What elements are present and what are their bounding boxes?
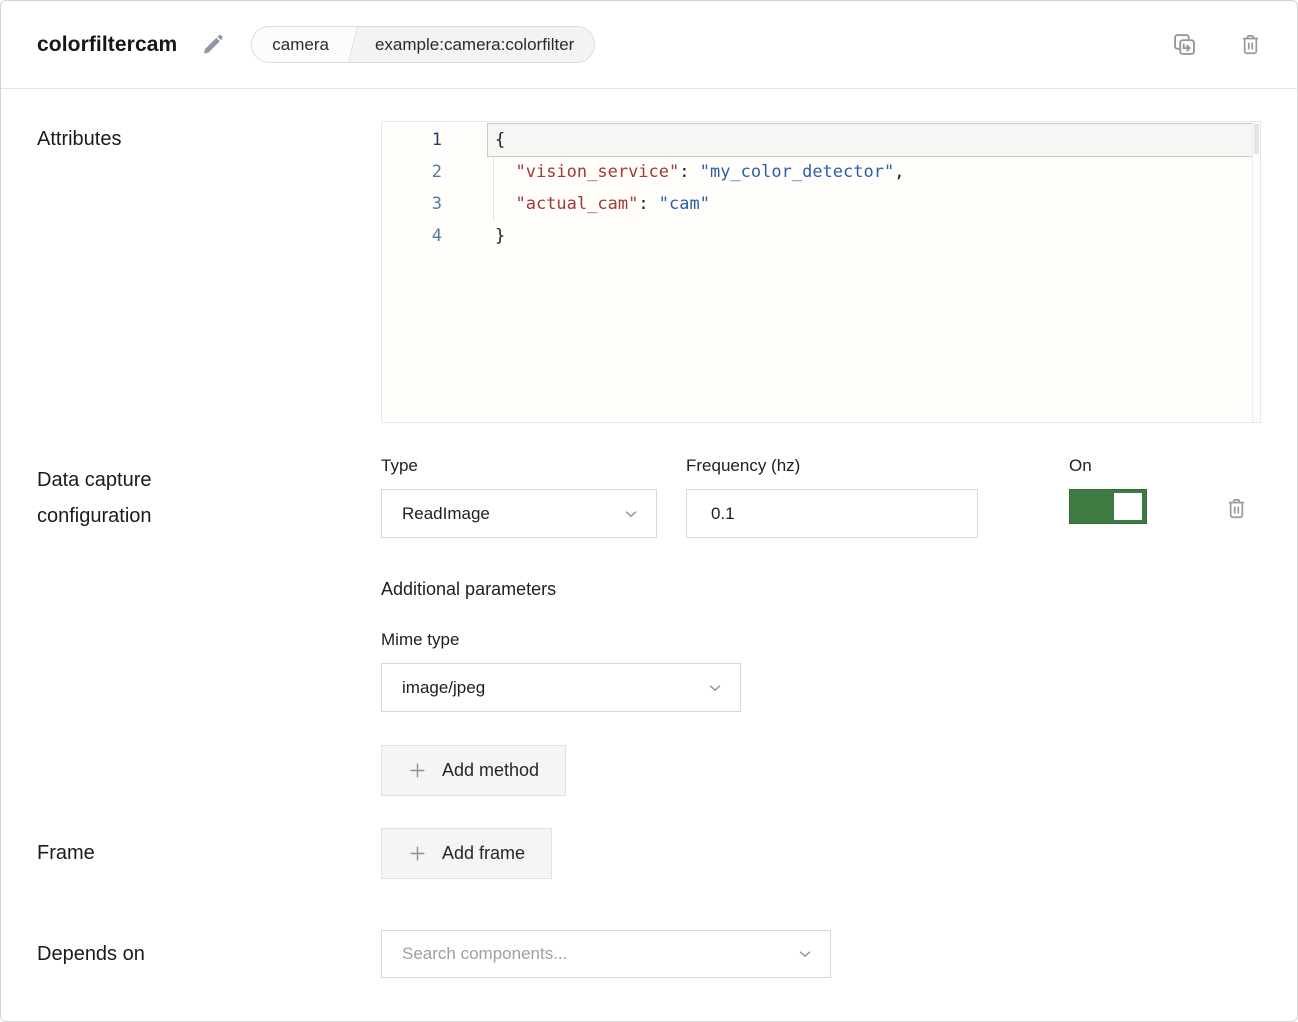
code-line-content: "actual_cam": "cam" bbox=[488, 188, 1254, 220]
code-line: 4} bbox=[382, 220, 1254, 252]
chevron-down-icon bbox=[706, 679, 724, 697]
capture-type-label: Type bbox=[381, 456, 657, 476]
chevron-down-icon bbox=[622, 505, 640, 523]
add-frame-label: Add frame bbox=[442, 843, 525, 864]
capture-type-select[interactable]: ReadImage bbox=[381, 489, 657, 538]
editor-scrollbar-thumb[interactable] bbox=[1254, 124, 1259, 154]
mime-type-value: image/jpeg bbox=[402, 678, 485, 698]
component-name: colorfiltercam bbox=[37, 33, 177, 57]
breadcrumb-chevron-divider-icon bbox=[343, 27, 363, 62]
duplicate-button[interactable] bbox=[1171, 31, 1198, 58]
depends-on-placeholder: Search components... bbox=[402, 944, 567, 964]
editor-scrollbar[interactable] bbox=[1252, 122, 1260, 422]
additional-parameters-label: Additional parameters bbox=[381, 579, 1261, 600]
component-type-breadcrumb: camera example:camera:colorfilter bbox=[251, 26, 595, 63]
trash-icon bbox=[1224, 496, 1249, 521]
plus-icon bbox=[408, 761, 427, 780]
attributes-label: Attributes bbox=[37, 121, 121, 157]
line-number: 3 bbox=[382, 188, 488, 220]
attributes-section: Attributes 1{2 "vision_service": "my_col… bbox=[37, 121, 1261, 423]
code-line-content: { bbox=[488, 124, 1254, 156]
capture-type-value: ReadImage bbox=[402, 504, 490, 524]
capture-toggle-label: On bbox=[1069, 456, 1147, 476]
code-line-content: "vision_service": "my_color_detector", bbox=[488, 156, 1254, 188]
depends-on-label: Depends on bbox=[37, 943, 145, 966]
component-header: colorfiltercam camera example:camera:col… bbox=[1, 1, 1297, 89]
breadcrumb-model: example:camera:colorfilter bbox=[363, 27, 594, 62]
add-method-button[interactable]: Add method bbox=[381, 745, 566, 796]
breadcrumb-category: camera bbox=[252, 27, 343, 62]
code-line: 1{ bbox=[382, 124, 1254, 156]
delete-component-button[interactable] bbox=[1238, 32, 1263, 57]
delete-capture-config-button[interactable] bbox=[1224, 496, 1249, 521]
duplicate-icon bbox=[1171, 31, 1198, 58]
pencil-icon bbox=[199, 32, 225, 58]
depends-on-section: Depends on Search components... bbox=[37, 930, 1261, 978]
code-lines: 1{2 "vision_service": "my_color_detector… bbox=[382, 124, 1260, 252]
trash-icon bbox=[1238, 32, 1263, 57]
plus-icon bbox=[408, 844, 427, 863]
mime-type-label: Mime type bbox=[381, 630, 1261, 650]
frame-section: Frame Add frame bbox=[37, 828, 1261, 879]
data-capture-section: Data capture configuration Type ReadImag… bbox=[37, 456, 1261, 796]
toggle-knob bbox=[1114, 493, 1142, 520]
component-body: Attributes 1{2 "vision_service": "my_col… bbox=[1, 89, 1297, 978]
frequency-input[interactable] bbox=[686, 489, 978, 538]
data-capture-label: Data capture configuration bbox=[37, 462, 252, 534]
attributes-json-editor[interactable]: 1{2 "vision_service": "my_color_detector… bbox=[381, 121, 1261, 423]
component-config-card: colorfiltercam camera example:camera:col… bbox=[0, 0, 1298, 1022]
add-method-label: Add method bbox=[442, 760, 539, 781]
mime-type-select[interactable]: image/jpeg bbox=[381, 663, 741, 712]
capture-controls-row: Type ReadImage Frequency (hz) On bbox=[381, 456, 1261, 538]
line-number: 1 bbox=[382, 124, 488, 156]
code-line-content: } bbox=[488, 220, 1254, 252]
add-frame-button[interactable]: Add frame bbox=[381, 828, 552, 879]
frequency-label: Frequency (hz) bbox=[686, 456, 978, 476]
code-line: 2 "vision_service": "my_color_detector", bbox=[382, 156, 1254, 188]
line-number: 2 bbox=[382, 156, 488, 188]
depends-on-select[interactable]: Search components... bbox=[381, 930, 831, 978]
frame-label: Frame bbox=[37, 842, 95, 865]
capture-on-toggle[interactable] bbox=[1069, 489, 1147, 524]
rename-button[interactable] bbox=[199, 32, 225, 58]
chevron-down-icon bbox=[796, 945, 814, 963]
code-line: 3 "actual_cam": "cam" bbox=[382, 188, 1254, 220]
header-actions bbox=[1171, 31, 1263, 58]
line-number: 4 bbox=[382, 220, 488, 252]
